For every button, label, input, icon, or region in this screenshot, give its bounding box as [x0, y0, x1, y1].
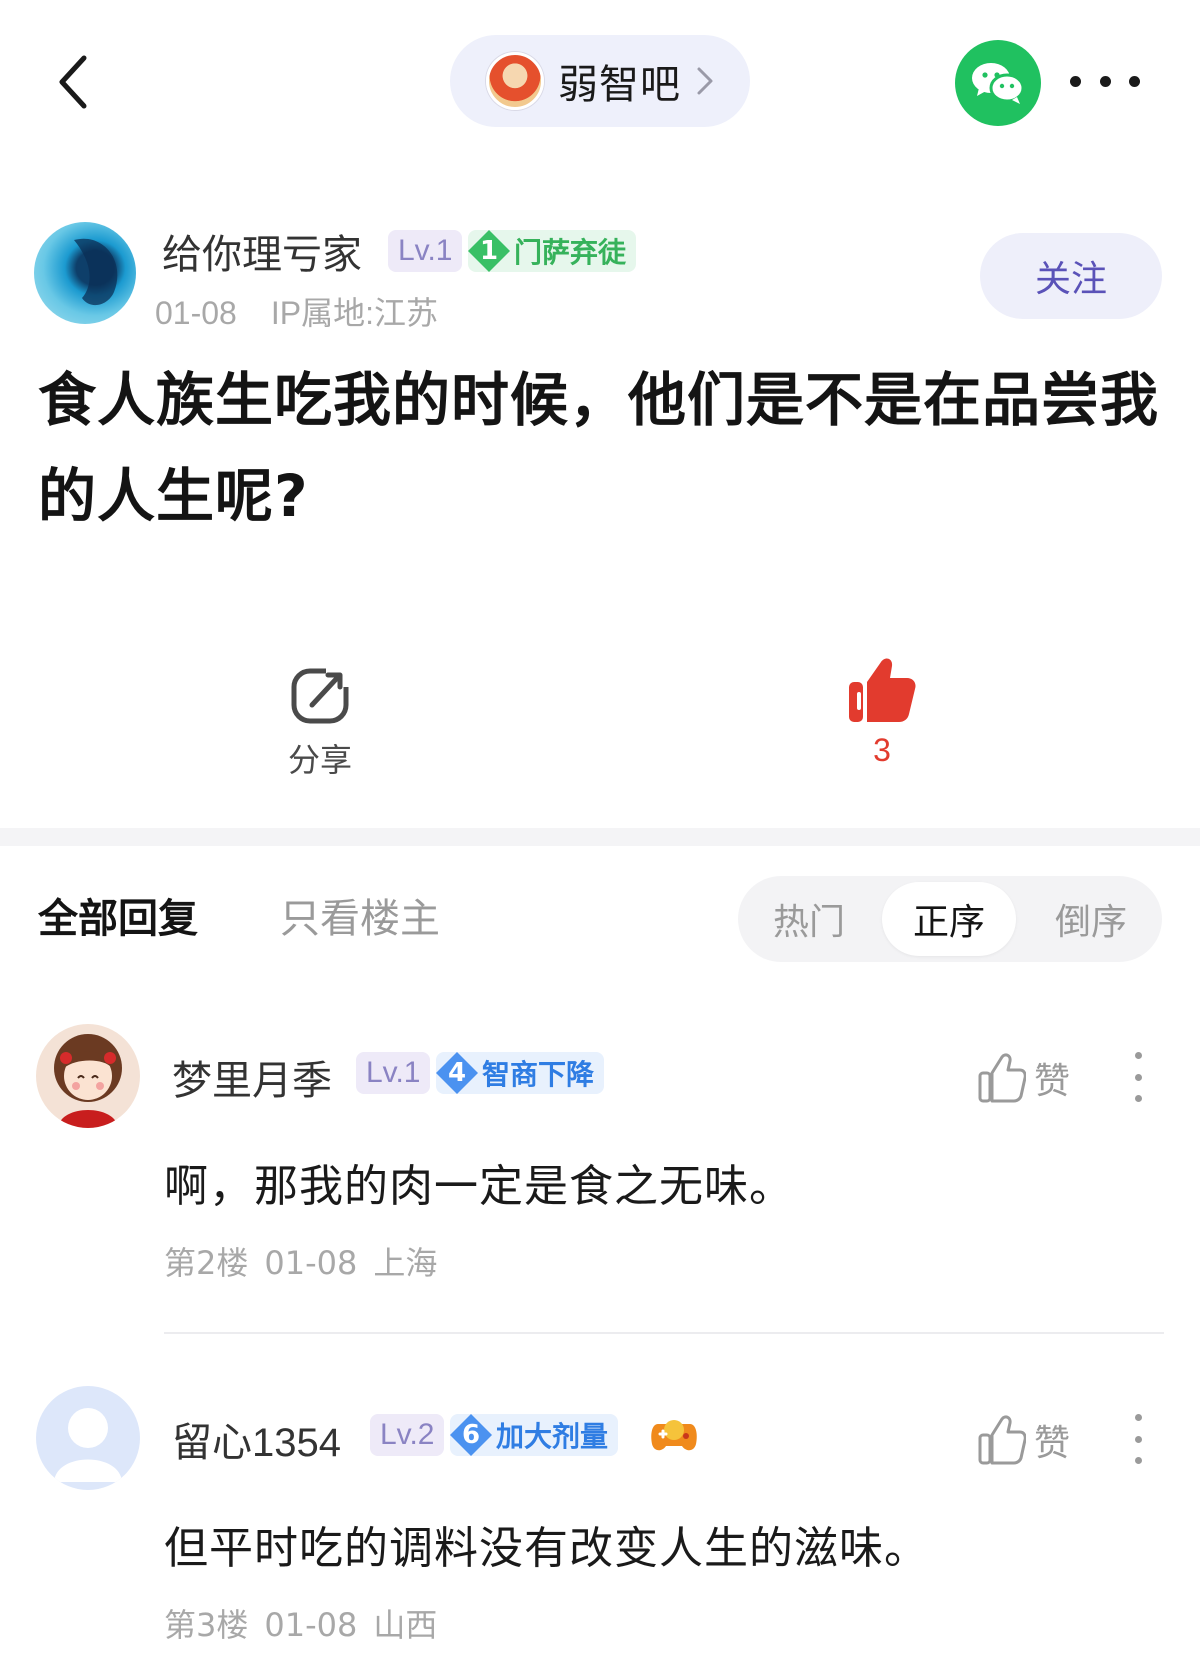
comment-meta: 第2楼 01-08 上海: [164, 1238, 437, 1284]
honor-level-number: 4: [436, 1052, 478, 1094]
author-name[interactable]: 给你理亏家: [162, 222, 362, 280]
more-icon[interactable]: [1070, 64, 1140, 98]
honor-level-number: 1: [468, 230, 510, 272]
thumbs-up-icon: [978, 1415, 1026, 1465]
forum-entry-button[interactable]: 弱智吧: [450, 35, 750, 127]
comment-avatar[interactable]: [36, 1386, 140, 1490]
comment-author-name[interactable]: 留心1354: [172, 1410, 341, 1468]
comment-level-badge: Lv.2: [370, 1414, 445, 1456]
honor-level-number: 6: [450, 1414, 492, 1456]
comment-location: 上海: [373, 1244, 438, 1282]
author-meta: 01-08 IP属地:江苏: [155, 288, 438, 334]
comment-floor: 第2楼: [164, 1244, 249, 1282]
tab-all-replies[interactable]: 全部回复: [38, 886, 198, 944]
like-count: 3: [873, 732, 891, 768]
top-bar: 弱智吧: [0, 0, 1200, 160]
comment-avatar[interactable]: [36, 1024, 140, 1128]
comment-location: 山西: [373, 1606, 438, 1644]
author-avatar[interactable]: [34, 222, 136, 324]
share-button[interactable]: 分享: [270, 665, 370, 781]
comment-honor-badge: 6 加大剂量: [450, 1414, 619, 1456]
comment-item: 梦里月季 Lv.1 4 智商下降 赞 啊，那我的肉一定是食之无味。 第2楼 01-…: [0, 1020, 1200, 1340]
wechat-share-button[interactable]: [955, 40, 1041, 126]
comment-like-button[interactable]: 赞: [978, 1410, 1088, 1470]
tab-op-only[interactable]: 只看楼主: [280, 886, 440, 944]
honor-title: 加大剂量: [496, 1420, 609, 1453]
like-button[interactable]: 3: [830, 656, 934, 769]
wechat-icon: [972, 63, 1025, 104]
more-icon[interactable]: [1128, 1414, 1148, 1464]
comment-like-label: 赞: [1034, 1061, 1071, 1102]
comment-item: 留心1354 Lv.2 6 加大剂量 赞 但平时吃的调料没有改变人生的滋味。 第…: [0, 1382, 1200, 1672]
sort-toggle: 热门 正序 倒序: [738, 876, 1162, 962]
ip-location: IP属地:江苏: [270, 295, 438, 331]
comment-date: 01-08: [264, 1244, 358, 1282]
comment-text: 但平时吃的调料没有改变人生的滋味。: [164, 1523, 929, 1574]
comment-date: 01-08: [264, 1606, 358, 1644]
honor-title: 智商下降: [482, 1058, 595, 1091]
comment-floor: 第3楼: [164, 1606, 249, 1644]
forum-avatar: [486, 52, 544, 110]
honor-title: 门萨弃徒: [514, 236, 627, 269]
sort-ascending[interactable]: 正序: [882, 882, 1016, 956]
author-level-badge: Lv.1: [388, 230, 463, 272]
sort-hot[interactable]: 热门: [742, 882, 876, 956]
section-divider: [0, 828, 1200, 846]
follow-button[interactable]: 关注: [980, 233, 1162, 319]
post-title: 食人族生吃我的时候，他们是不是在品尝我的人生呢?: [38, 366, 1160, 530]
comment-meta: 第3楼 01-08 山西: [164, 1600, 437, 1646]
comment-text: 啊，那我的肉一定是食之无味。: [164, 1161, 794, 1212]
share-icon: [291, 665, 352, 724]
comment-divider: [164, 1332, 1164, 1334]
forum-name: 弱智吧: [558, 62, 681, 108]
game-controller-icon: [651, 1420, 697, 1451]
comment-like-button[interactable]: 赞: [978, 1048, 1088, 1108]
more-icon[interactable]: [1128, 1052, 1148, 1102]
thumbs-up-icon: [849, 658, 916, 722]
thumbs-up-icon: [978, 1053, 1026, 1103]
comment-level-badge: Lv.1: [356, 1052, 431, 1094]
author-honor-badge: 1 门萨弃徒: [468, 230, 637, 272]
back-icon[interactable]: [50, 50, 100, 114]
comment-like-label: 赞: [1034, 1423, 1071, 1464]
sort-descending[interactable]: 倒序: [1024, 882, 1158, 956]
comment-author-name[interactable]: 梦里月季: [172, 1048, 332, 1106]
post-date: 01-08: [155, 295, 237, 331]
chevron-right-icon: [697, 67, 713, 95]
comment-honor-badge: 4 智商下降: [436, 1052, 605, 1094]
share-label: 分享: [287, 741, 352, 779]
